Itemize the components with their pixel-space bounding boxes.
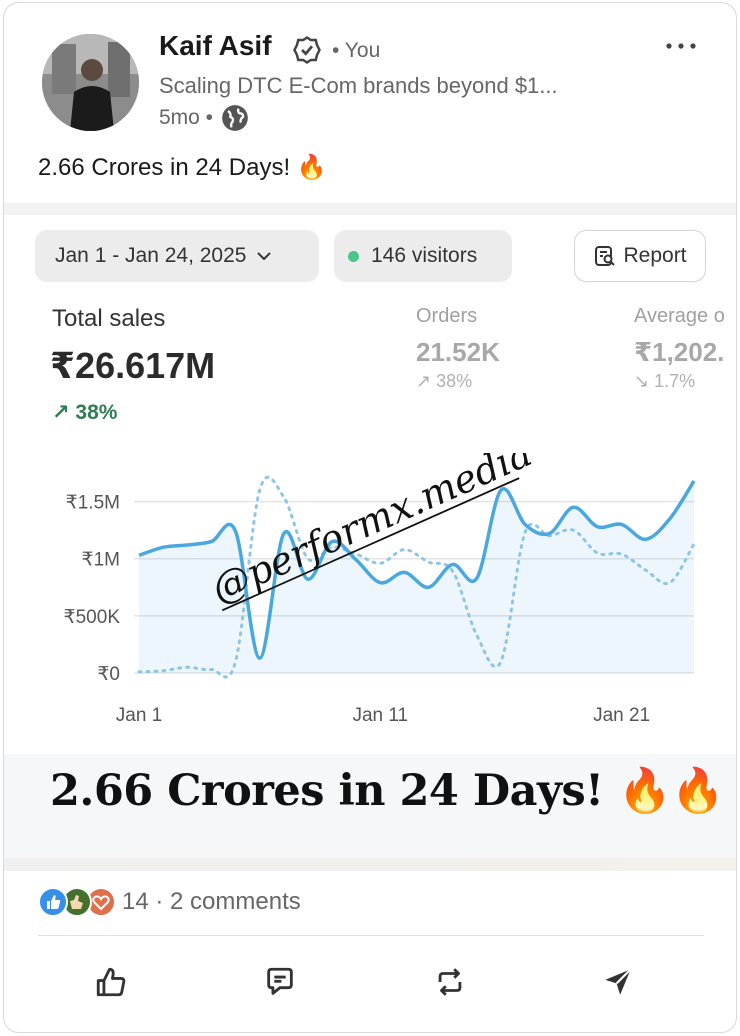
date-range-picker: Jan 1 - Jan 24, 2025 <box>35 230 319 282</box>
image-top-strip <box>4 203 736 215</box>
repost-icon[interactable] <box>433 965 467 999</box>
orders-delta: ↗ 38% <box>416 371 473 391</box>
image-bottom-strip <box>4 858 736 871</box>
post-text: 2.66 Crores in 24 Days! 🔥 <box>38 154 327 181</box>
post-meta: 5mo • <box>159 104 249 132</box>
caption-banner: 2.66 Crores in 24 Days! 🔥🔥 <box>4 754 736 858</box>
y-tick-label: ₹1M <box>82 550 120 571</box>
visitors-pill: 146 visitors <box>334 230 512 282</box>
y-tick-label: ₹500K <box>64 607 121 628</box>
post-card: Kaif Asif • You Scaling DTC E-Com brands… <box>3 2 737 1033</box>
total-sales-delta: ↗ 38% <box>52 401 118 424</box>
total-sales-value: ₹26.617M <box>50 345 216 386</box>
send-icon[interactable] <box>601 965 635 999</box>
x-tick-label: Jan 1 <box>116 705 162 726</box>
report-label: Report <box>623 244 687 267</box>
aov-value: ₹1,202. <box>634 337 725 367</box>
y-tick-label: ₹1.5M <box>66 493 120 514</box>
footer-divider <box>38 935 704 936</box>
live-dot-icon <box>348 250 359 262</box>
more-dots-icon[interactable] <box>664 41 698 51</box>
author-name[interactable]: Kaif Asif <box>159 30 272 62</box>
x-tick-label: Jan 21 <box>593 705 650 726</box>
report-icon <box>595 246 616 266</box>
date-range-label: Jan 1 - Jan 24, 2025 <box>55 244 247 267</box>
reaction-comment-counts[interactable]: 14 · 2 comments <box>122 888 301 916</box>
post-image[interactable]: Jan 1 - Jan 24, 2025 146 visitors Report… <box>4 203 736 871</box>
verified-icon <box>293 35 321 65</box>
avatar[interactable] <box>42 34 139 131</box>
chevron-down-icon <box>257 252 272 261</box>
author-headline: Scaling DTC E-Com brands beyond $1... <box>159 73 558 98</box>
orders-value: 21.52K <box>416 337 500 367</box>
author-relation: • You <box>332 39 381 62</box>
reaction-icons[interactable] <box>38 887 116 917</box>
visitors-label: 146 visitors <box>371 244 478 267</box>
report-button: Report <box>574 230 706 282</box>
x-tick-label: Jan 11 <box>352 705 408 726</box>
globe-icon <box>222 105 248 131</box>
like-reaction-icon <box>38 887 68 917</box>
sales-line-chart: ₹0₹500K₹1M₹1.5MJan 1 Jan 11 Jan 21@perform… <box>64 453 696 726</box>
post-age: 5mo • <box>159 106 214 129</box>
y-tick-label: ₹0 <box>97 664 120 685</box>
aov-delta: ↘ 1.7% <box>634 371 696 391</box>
total-sales-label: Total sales <box>52 305 166 332</box>
like-icon[interactable] <box>94 965 128 999</box>
orders-label: Orders <box>416 305 478 327</box>
banner-text: 2.66 Crores in 24 Days! 🔥🔥 <box>50 766 725 816</box>
aov-label: Average o <box>634 305 725 327</box>
comment-icon[interactable] <box>263 965 297 999</box>
